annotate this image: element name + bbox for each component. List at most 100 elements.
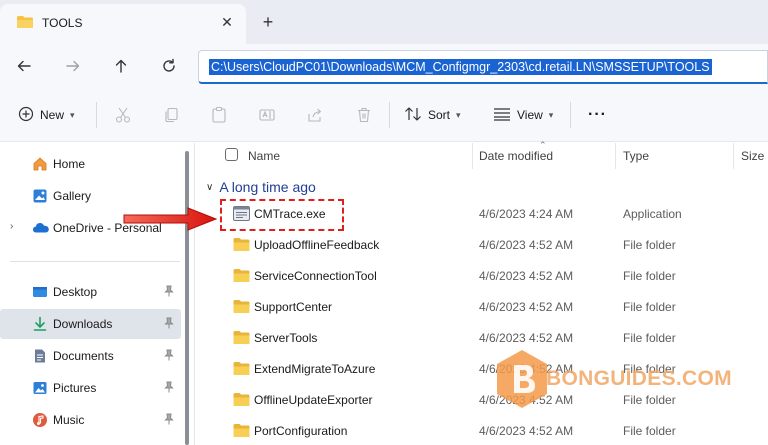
file-row[interactable]: UploadOfflineFeedback 4/6/2023 4:52 AM F… <box>195 230 768 261</box>
plus-circle-icon <box>18 106 34 125</box>
music-icon <box>32 412 48 428</box>
file-row[interactable]: PortConfiguration 4/6/2023 4:52 AM File … <box>195 416 768 445</box>
folder-icon <box>233 361 250 376</box>
toolbar-divider <box>389 102 390 128</box>
more-options-icon[interactable]: ··· <box>588 103 607 127</box>
tab-tools[interactable]: TOOLS ✕ <box>0 4 246 44</box>
sidebar-item-downloads[interactable]: Downloads <box>0 309 181 339</box>
file-name: ServerTools <box>254 331 318 345</box>
folder-icon <box>233 423 250 438</box>
view-list-icon <box>493 107 511 124</box>
address-path[interactable]: C:\Users\CloudPC01\Downloads\MCM_Configm… <box>209 59 712 75</box>
tab-bar: TOOLS ✕ + <box>0 0 768 44</box>
documents-icon <box>32 348 48 364</box>
folder-icon <box>16 15 34 32</box>
close-tab-icon[interactable]: ✕ <box>218 13 236 31</box>
scrollbar-thumb[interactable] <box>185 151 189 445</box>
chevron-right-icon[interactable]: › <box>10 221 13 232</box>
file-date: 4/6/2023 4:24 AM <box>479 207 574 221</box>
file-row[interactable]: SupportCenter 4/6/2023 4:52 AM File fold… <box>195 292 768 323</box>
column-date-modified[interactable]: Date modified <box>479 149 553 163</box>
pin-icon[interactable] <box>164 413 174 428</box>
file-row[interactable]: ServiceConnectionTool 4/6/2023 4:52 AM F… <box>195 261 768 292</box>
command-bar: New ▾ Sort ▾ View ▾ ··· <box>0 88 768 142</box>
file-type: Application <box>623 207 682 221</box>
pin-icon[interactable] <box>164 349 174 364</box>
sidebar-item-label: Home <box>53 157 86 171</box>
new-button[interactable]: New ▾ <box>18 103 75 127</box>
sidebar-divider <box>10 261 180 262</box>
copy-icon[interactable] <box>162 103 180 127</box>
file-date: 4/6/2023 4:52 AM <box>479 331 574 345</box>
file-name: ServiceConnectionTool <box>254 269 377 283</box>
file-date: 4/6/2023 4:52 AM <box>479 300 574 314</box>
column-name[interactable]: Name <box>248 149 280 163</box>
file-type: File folder <box>623 424 676 438</box>
chevron-down-icon: ∨ <box>206 181 214 193</box>
sidebar-item-label: Music <box>53 413 85 427</box>
select-all-checkbox[interactable] <box>225 148 238 161</box>
red-arrow-icon <box>122 205 218 236</box>
file-name: PortConfiguration <box>254 424 348 438</box>
file-date: 4/6/2023 4:52 AM <box>479 238 574 252</box>
new-tab-button[interactable]: + <box>258 12 278 32</box>
file-type: File folder <box>623 238 676 252</box>
up-arrow-icon[interactable] <box>109 54 133 78</box>
share-icon[interactable] <box>306 103 324 127</box>
sidebar-item-home[interactable]: Home <box>0 149 181 179</box>
cut-icon[interactable] <box>114 103 132 127</box>
group-title: A long time ago <box>219 179 316 195</box>
column-divider[interactable] <box>615 143 616 169</box>
file-date: 4/6/2023 4:52 AM <box>479 424 574 438</box>
file-type: File folder <box>623 331 676 345</box>
file-name: OfflineUpdateExporter <box>254 393 373 407</box>
file-type: File folder <box>623 269 676 283</box>
sort-indicator-icon: ⌃ <box>539 140 547 150</box>
rename-icon[interactable] <box>258 103 276 127</box>
file-name: ExtendMigrateToAzure <box>254 362 376 376</box>
forward-arrow-icon[interactable] <box>61 54 85 78</box>
file-name: UploadOfflineFeedback <box>254 238 380 252</box>
group-header[interactable]: ∨ A long time ago <box>206 177 316 197</box>
sort-icon <box>404 106 422 125</box>
pin-icon[interactable] <box>164 317 174 332</box>
gallery-icon <box>32 188 48 204</box>
navigation-bar: C:\Users\CloudPC01\Downloads\MCM_Configm… <box>0 44 768 88</box>
watermark-text: BONGUIDES.COM <box>546 367 732 390</box>
tab-title: TOOLS <box>42 16 83 30</box>
sidebar-item-pictures[interactable]: Pictures <box>0 373 181 403</box>
download-icon <box>32 316 48 332</box>
back-arrow-icon[interactable] <box>12 54 36 78</box>
sidebar-item-label: Gallery <box>53 189 92 203</box>
sidebar-scrollbar[interactable] <box>183 143 193 445</box>
column-size[interactable]: Size <box>741 149 764 163</box>
delete-icon[interactable] <box>355 103 373 127</box>
sidebar-item-label: Desktop <box>53 285 98 299</box>
folder-icon <box>233 237 250 252</box>
column-divider[interactable] <box>472 143 473 169</box>
folder-icon <box>233 268 250 283</box>
address-bar[interactable]: C:\Users\CloudPC01\Downloads\MCM_Configm… <box>198 50 768 84</box>
folder-icon <box>233 330 250 345</box>
chevron-down-icon: ▾ <box>70 109 75 120</box>
sidebar-item-music[interactable]: Music <box>0 405 181 435</box>
navigation-pane: Home Gallery › OneDrive - Personal Deskt… <box>0 143 181 445</box>
file-name: SupportCenter <box>254 300 333 314</box>
sidebar-item-desktop[interactable]: Desktop <box>0 277 181 307</box>
folder-icon <box>233 299 250 314</box>
sort-button[interactable]: Sort ▾ <box>404 103 461 127</box>
pin-icon[interactable] <box>164 381 174 396</box>
chevron-down-icon: ▾ <box>548 109 554 120</box>
view-button[interactable]: View ▾ <box>493 103 553 127</box>
sidebar-item-documents[interactable]: Documents <box>0 341 181 371</box>
desktop-icon <box>32 284 48 300</box>
pin-icon[interactable] <box>164 285 174 300</box>
file-type: File folder <box>623 300 676 314</box>
sort-label: Sort <box>428 108 451 122</box>
new-label: New <box>40 108 65 122</box>
column-type[interactable]: Type <box>623 149 649 163</box>
folder-icon <box>233 392 250 407</box>
refresh-icon[interactable] <box>157 54 181 78</box>
paste-icon[interactable] <box>210 103 228 127</box>
column-divider[interactable] <box>733 143 734 169</box>
